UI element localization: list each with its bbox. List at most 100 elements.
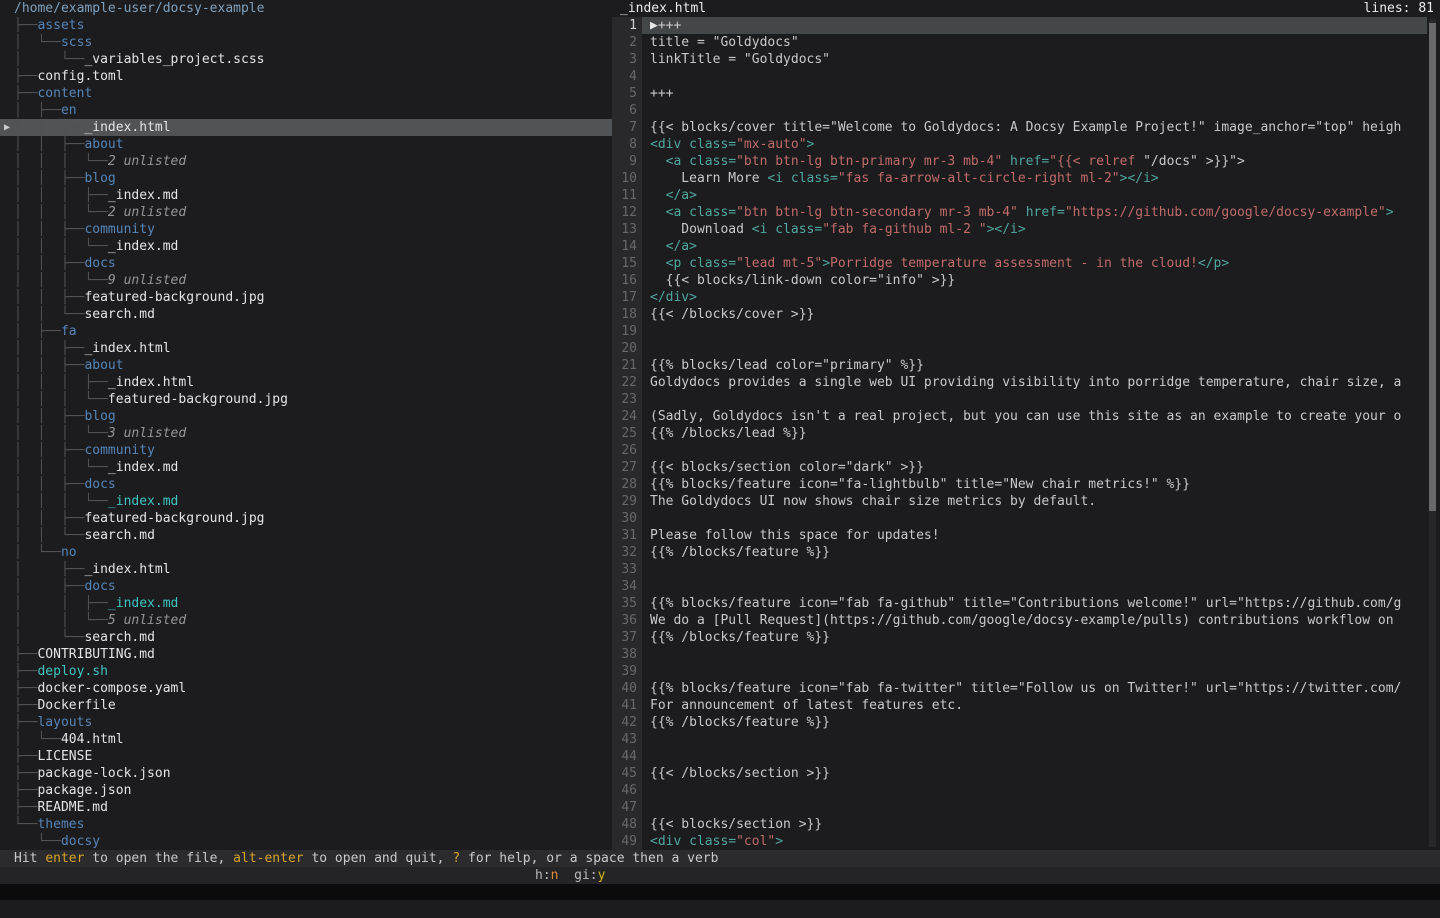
tree-item-_index.md[interactable]: │ │ │ ├──_index.md — [0, 187, 612, 204]
tree-item-scss[interactable]: │ └──scss — [0, 34, 612, 51]
tree-item-no[interactable]: │ └──no — [0, 544, 612, 561]
line-number: 3 — [612, 51, 642, 68]
tree-item-about[interactable]: │ │ ├──about — [0, 357, 612, 374]
tree-item-content[interactable]: ├──content — [0, 85, 612, 102]
tree-item-search.md[interactable]: │ └──search.md — [0, 629, 612, 646]
tree-item-search.md[interactable]: │ │ └──search.md — [0, 306, 612, 323]
tree-item-fa[interactable]: │ ├──fa — [0, 323, 612, 340]
line-text: For announcement of latest features etc. — [642, 697, 1427, 714]
line-number: 35 — [612, 595, 642, 612]
tree-item-2-unlisted[interactable]: │ │ │ └──2 unlisted — [0, 204, 612, 221]
tree-item-readme.md[interactable]: ├──README.md — [0, 799, 612, 816]
code-line-4: 4 — [612, 68, 1440, 85]
status-text: to open and quit, — [304, 851, 453, 866]
tree-item-_index.html[interactable]: │ │ │ ├──_index.html — [0, 374, 612, 391]
tree-item-featured-background.jpg[interactable]: │ │ ├──featured-background.jpg — [0, 289, 612, 306]
code-line-28: 28{{% blocks/feature icon="fa-lightbulb"… — [612, 476, 1440, 493]
line-number: 41 — [612, 697, 642, 714]
tree-item-package.json[interactable]: ├──package.json — [0, 782, 612, 799]
code-line-22: 22Goldydocs provides a single web UI pro… — [612, 374, 1440, 391]
tree-item-_index.html[interactable]: │ ├──_index.html — [0, 561, 612, 578]
line-number: 39 — [612, 663, 642, 680]
code-line-6: 6 — [612, 102, 1440, 119]
preview-scrollbar[interactable] — [1429, 19, 1436, 847]
tree-item-config.toml[interactable]: ├──config.toml — [0, 68, 612, 85]
tree-item-9-unlisted[interactable]: │ │ │ └──9 unlisted — [0, 272, 612, 289]
line-text: The Goldydocs UI now shows chair size me… — [642, 493, 1427, 510]
tree-item-assets[interactable]: ├──assets — [0, 17, 612, 34]
tree-item-blog[interactable]: │ │ ├──blog — [0, 408, 612, 425]
line-number: 27 — [612, 459, 642, 476]
tree-item-license[interactable]: ├──LICENSE — [0, 748, 612, 765]
tree-item-layouts[interactable]: ├──layouts — [0, 714, 612, 731]
code-line-2: 2title = "Goldydocs" — [612, 34, 1440, 51]
line-text — [642, 782, 1427, 799]
tree-item-_index.md[interactable]: │ │ │ └──_index.md — [0, 459, 612, 476]
tree-item-_index.md[interactable]: │ │ ├──_index.md — [0, 595, 612, 612]
tree-item-_variables_project.scss[interactable]: │ └──_variables_project.scss — [0, 51, 612, 68]
tree-item-package-lock.json[interactable]: ├──package-lock.json — [0, 765, 612, 782]
tree-item-community[interactable]: │ │ ├──community — [0, 442, 612, 459]
tree-item-search.md[interactable]: │ │ └──search.md — [0, 527, 612, 544]
tree-branch: │ │ ├── — [14, 290, 84, 305]
tree-item-docs[interactable]: │ │ ├──docs — [0, 255, 612, 272]
tree-item-docs[interactable]: │ ├──docs — [0, 578, 612, 595]
line-number: 11 — [612, 187, 642, 204]
tree-item-2-unlisted[interactable]: │ │ │ └──2 unlisted — [0, 153, 612, 170]
line-text: +++ — [642, 85, 1427, 102]
tree-item-about[interactable]: │ │ ├──about — [0, 136, 612, 153]
code-line-26: 26 — [612, 442, 1440, 459]
line-text: Goldydocs provides a single web UI provi… — [642, 374, 1427, 391]
tree-label: _index.html — [108, 375, 194, 390]
tree-item-404.html[interactable]: │ └──404.html — [0, 731, 612, 748]
code-line-27: 27{{< blocks/section color="dark" >}} — [612, 459, 1440, 476]
tree-item-_index.html[interactable]: │ │ ├──_index.html — [0, 340, 612, 357]
root-path[interactable]: /home/example-user/docsy-example — [0, 0, 612, 17]
tree-branch: │ │ ├── — [14, 511, 84, 526]
line-text: {{< /blocks/cover >}} — [642, 306, 1427, 323]
tree-branch: │ │ ├── — [14, 409, 84, 424]
indicator-label: gi: — [574, 868, 597, 883]
tree-label: CONTRIBUTING.md — [37, 647, 154, 662]
line-number: 30 — [612, 510, 642, 527]
tree-item-_index.html[interactable]: ▶│ │ ├──_index.html — [0, 119, 612, 136]
tree-item-docker-compose.yaml[interactable]: ├──docker-compose.yaml — [0, 680, 612, 697]
tree-item-_index.md[interactable]: │ │ │ └──_index.md — [0, 238, 612, 255]
line-number: 29 — [612, 493, 642, 510]
tree-item-docs[interactable]: │ │ ├──docs — [0, 476, 612, 493]
line-number: 20 — [612, 340, 642, 357]
tree-item-3-unlisted[interactable]: │ │ │ └──3 unlisted — [0, 425, 612, 442]
tree-item-contributing.md[interactable]: ├──CONTRIBUTING.md — [0, 646, 612, 663]
tree-label: _index.md — [108, 460, 178, 475]
tree-label: scss — [61, 35, 92, 50]
line-number: 22 — [612, 374, 642, 391]
tree-label: featured-background.jpg — [84, 511, 264, 526]
tree-item-dockerfile[interactable]: ├──Dockerfile — [0, 697, 612, 714]
line-text: </div> — [642, 289, 1427, 306]
tree-item-_index.md[interactable]: │ │ │ └──_index.md — [0, 493, 612, 510]
line-text: linkTitle = "Goldydocs" — [642, 51, 1427, 68]
scrollbar-thumb[interactable] — [1429, 23, 1436, 511]
code-line-18: 18{{< /blocks/cover >}} — [612, 306, 1440, 323]
tree-item-featured-background.jpg[interactable]: │ │ ├──featured-background.jpg — [0, 510, 612, 527]
tree-branch: └── — [14, 817, 37, 832]
tree-label: LICENSE — [37, 749, 92, 764]
tree-item-blog[interactable]: │ │ ├──blog — [0, 170, 612, 187]
tree-item-featured-background.jpg[interactable]: │ │ │ └──featured-background.jpg — [0, 391, 612, 408]
tree-branch: │ │ ├── — [14, 477, 84, 492]
code-line-45: 45{{< /blocks/section >}} — [612, 765, 1440, 782]
tree-branch: ├── — [14, 647, 37, 662]
line-text: <div class="col"> — [642, 833, 1427, 850]
code-line-37: 37{{% /blocks/feature %}} — [612, 629, 1440, 646]
tree-item-docsy[interactable]: └──docsy — [0, 833, 612, 850]
tree-item-themes[interactable]: └──themes — [0, 816, 612, 833]
line-text: We do a [Pull Request](https://github.co… — [642, 612, 1427, 629]
tree-item-5-unlisted[interactable]: │ │ └──5 unlisted — [0, 612, 612, 629]
tree-item-community[interactable]: │ │ ├──community — [0, 221, 612, 238]
command-input-bar[interactable]: :e h:n gi:y — [0, 867, 1440, 884]
line-number: 13 — [612, 221, 642, 238]
tree-item-deploy.sh[interactable]: ├──deploy.sh — [0, 663, 612, 680]
tree-item-en[interactable]: │ ├──en — [0, 102, 612, 119]
line-text: {{% /blocks/feature %}} — [642, 714, 1427, 731]
code-line-42: 42{{% /blocks/feature %}} — [612, 714, 1440, 731]
